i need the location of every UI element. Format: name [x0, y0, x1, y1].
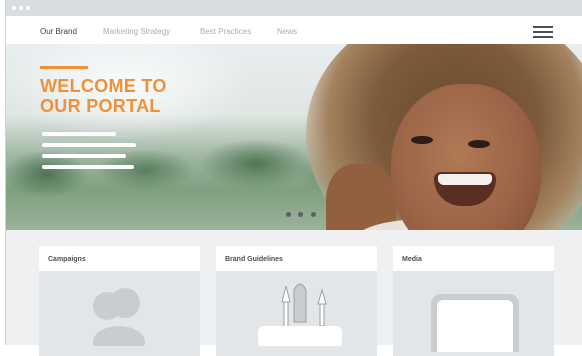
card-title: Campaigns	[48, 256, 86, 263]
hero-title: WELCOME TO OUR PORTAL	[40, 76, 240, 116]
nav-link-news[interactable]: News	[277, 27, 297, 36]
card-header: Brand Guidelines	[216, 246, 377, 271]
card-header: Media	[393, 246, 554, 271]
users-icon	[93, 288, 145, 346]
hero-accent-bar	[40, 66, 88, 69]
slider-dot[interactable]	[298, 212, 303, 217]
hero-text-placeholder	[42, 143, 136, 147]
window-titlebar	[6, 0, 582, 16]
hero-photo-eye	[411, 136, 433, 144]
card-title: Media	[402, 256, 422, 263]
browser-frame: Our Brand Marketing Strategy Best Practi…	[5, 0, 582, 356]
hero-title-line-2: OUR PORTAL	[40, 96, 161, 116]
hero-photo-eye	[468, 140, 490, 148]
window-dot-icon[interactable]	[12, 6, 16, 10]
hero-text-placeholder	[42, 154, 126, 158]
hero-banner: WELCOME TO OUR PORTAL	[6, 44, 582, 230]
nav-link-our-brand[interactable]: Our Brand	[40, 27, 77, 36]
slider-dot[interactable]	[311, 212, 316, 217]
hero-title-line-1: WELCOME TO	[40, 76, 167, 96]
nav-link-marketing-strategy[interactable]: Marketing Strategy	[103, 27, 170, 36]
card-header: Campaigns	[39, 246, 200, 271]
pencil-cup-icon	[258, 283, 342, 346]
window-dot-icon[interactable]	[26, 6, 30, 10]
card-media[interactable]: Media	[393, 246, 554, 356]
card-title: Brand Guidelines	[225, 256, 283, 263]
hero-photo-face	[391, 84, 541, 230]
tablet-icon	[431, 294, 519, 352]
card-campaigns[interactable]: Campaigns	[39, 246, 200, 356]
window-dot-icon[interactable]	[19, 6, 23, 10]
hero-photo-hand	[326, 164, 396, 230]
top-navigation: Our Brand Marketing Strategy Best Practi…	[6, 16, 582, 44]
hamburger-menu-icon[interactable]	[533, 26, 553, 38]
nav-link-best-practices[interactable]: Best Practices	[200, 27, 251, 36]
slider-dot[interactable]	[286, 212, 291, 217]
card-brand-guidelines[interactable]: Brand Guidelines	[216, 246, 377, 356]
hero-text-placeholder	[42, 165, 134, 169]
hero-text-placeholder	[42, 132, 116, 136]
